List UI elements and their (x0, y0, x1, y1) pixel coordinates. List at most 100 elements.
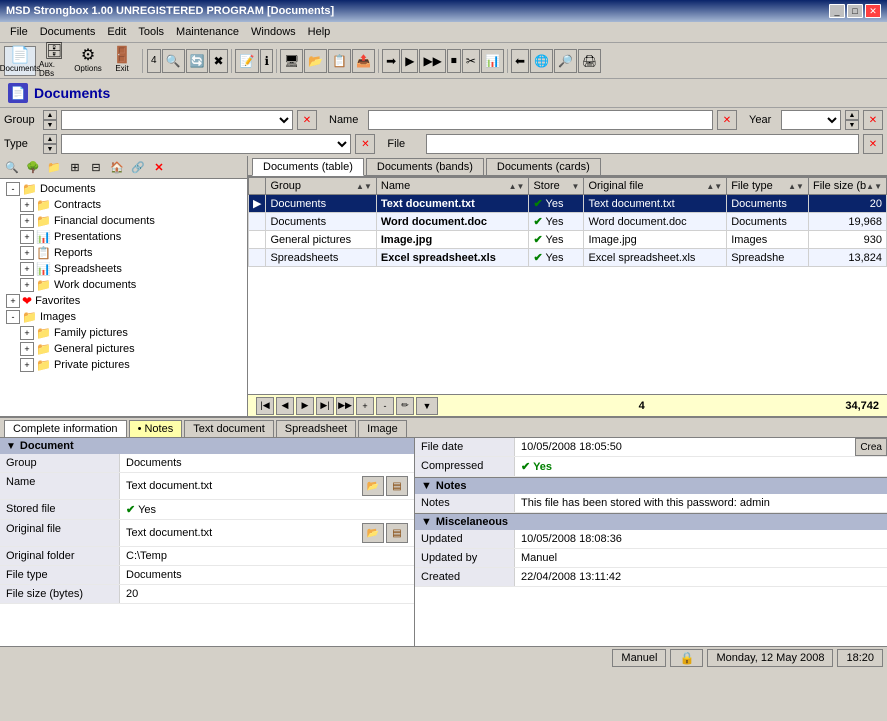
table-row[interactable]: SpreadsheetsExcel spreadsheet.xls✔ YesEx… (249, 249, 887, 267)
tree-expander-favorites[interactable]: + (6, 294, 20, 308)
tree-expander-family[interactable]: + (20, 326, 34, 340)
tree-collapse-btn[interactable]: 📁 (44, 157, 64, 177)
file-filter-clear[interactable]: ✕ (863, 134, 883, 154)
tree-item-favorites[interactable]: + ❤ Favorites (2, 293, 245, 309)
auxdbs-toolbar-btn[interactable]: 🗄 Aux. DBs (38, 46, 70, 76)
bottom-tab-spreadsheet[interactable]: Spreadsheet (276, 420, 356, 437)
tree-filter-btn[interactable]: 🔗 (128, 157, 148, 177)
bottom-tab-textdoc[interactable]: Text document (184, 420, 274, 437)
col-name[interactable]: Name▲▼ (376, 178, 529, 195)
tree-expander-images[interactable]: - (6, 310, 20, 324)
table-row[interactable]: DocumentsWord document.doc✔ YesWord docu… (249, 213, 887, 231)
col-filesize[interactable]: File size (b▲▼ (808, 178, 886, 195)
toolbar-search-btn[interactable]: 🔍 (162, 49, 185, 73)
name-filter-clear[interactable]: ✕ (717, 110, 737, 130)
group-arrow-up[interactable]: ▲ (43, 110, 57, 120)
col-stored[interactable]: Store▼ (529, 178, 584, 195)
tree-collapse-all-btn[interactable]: ⊟ (86, 157, 106, 177)
toolbar-new-btn[interactable]: 4 (147, 49, 161, 73)
toolbar-monitor-btn[interactable]: 🖥 (280, 49, 303, 73)
tree-item-spreadsheets[interactable]: + 📊 Spreadsheets (2, 261, 245, 277)
tab-bands[interactable]: Documents (bands) (366, 158, 484, 175)
nav-prev-btn[interactable]: ◀ (276, 397, 294, 415)
tree-expander-presentations[interactable]: + (20, 230, 34, 244)
tree-item-reports[interactable]: + 📋 Reports (2, 245, 245, 261)
info-open-btn[interactable]: 📂 (362, 523, 384, 543)
tree-item-work-docs[interactable]: + 📁 Work documents (2, 277, 245, 293)
type-arrow-down[interactable]: ▼ (43, 144, 57, 154)
menu-documents[interactable]: Documents (34, 24, 102, 40)
minimize-btn[interactable]: _ (829, 4, 845, 18)
toolbar-play-btn[interactable]: ▶ (401, 49, 418, 73)
toolbar-stop-btn[interactable]: ⏹ (447, 49, 461, 73)
bottom-tab-complete[interactable]: Complete information (4, 420, 127, 437)
tree-item-general-pics[interactable]: + 📁 General pictures (2, 341, 245, 357)
options-toolbar-btn[interactable]: ⚙ Options (72, 46, 104, 76)
type-arrow-up[interactable]: ▲ (43, 134, 57, 144)
col-group[interactable]: Group▲▼ (266, 178, 376, 195)
nav-next-btn[interactable]: ▶| (316, 397, 334, 415)
nav-last-btn[interactable]: ▶▶ (336, 397, 354, 415)
toolbar-refresh-btn[interactable]: 🔄 (186, 49, 209, 73)
filedate-create-btn[interactable]: Crea (855, 438, 887, 456)
group-arrow-down[interactable]: ▼ (43, 120, 57, 130)
tree-item-private-pics[interactable]: + 📁 Private pictures (2, 357, 245, 373)
tree-item-financial[interactable]: + 📁 Financial documents (2, 213, 245, 229)
toolbar-print-btn[interactable]: 🖨 (578, 49, 601, 73)
toolbar-find-btn[interactable]: 🔎 (554, 49, 577, 73)
toolbar-globe-btn[interactable]: 🌐 (530, 49, 553, 73)
tree-expander-documents[interactable]: - (6, 182, 20, 196)
toolbar-nav-btn[interactable]: ⬅ (511, 49, 529, 73)
tree-expand-all-btn[interactable]: ⊞ (65, 157, 85, 177)
tab-cards[interactable]: Documents (cards) (486, 158, 601, 175)
menu-windows[interactable]: Windows (245, 24, 302, 40)
toolbar-info-btn[interactable]: ℹ (260, 49, 273, 73)
menu-edit[interactable]: Edit (101, 24, 132, 40)
tree-expander-general-pics[interactable]: + (20, 342, 34, 356)
group-filter-clear[interactable]: ✕ (297, 110, 317, 130)
documents-toolbar-btn[interactable]: 📄 Documents (4, 46, 36, 76)
toolbar-arrow-right-btn[interactable]: ➡ (382, 49, 400, 73)
tree-item-presentations[interactable]: + 📊 Presentations (2, 229, 245, 245)
nav-edit-btn[interactable]: ✏ (396, 397, 414, 415)
type-filter-clear[interactable]: ✕ (355, 134, 375, 154)
file-filter-input[interactable] (426, 134, 859, 154)
toolbar-cut-btn[interactable]: ✂ (462, 49, 480, 73)
nav-add-btn[interactable]: + (356, 397, 374, 415)
tree-expander-work-docs[interactable]: + (20, 278, 34, 292)
toolbar-folder-btn[interactable]: 📋 (328, 49, 351, 73)
table-row[interactable]: General picturesImage.jpg✔ YesImage.jpgI… (249, 231, 887, 249)
bottom-tab-notes[interactable]: • Notes (129, 420, 183, 437)
type-filter-select[interactable] (61, 134, 351, 154)
close-btn[interactable]: ✕ (865, 4, 881, 18)
maximize-btn[interactable]: □ (847, 4, 863, 18)
year-arrow-up[interactable]: ▲ (845, 110, 859, 120)
table-row[interactable]: ▶DocumentsText document.txt✔ YesText doc… (249, 195, 887, 213)
tree-expander-contracts[interactable]: + (20, 198, 34, 212)
col-filetype[interactable]: File type▲▼ (727, 178, 809, 195)
year-arrow-down[interactable]: ▼ (845, 120, 859, 130)
col-original[interactable]: Original file▲▼ (584, 178, 727, 195)
toolbar-open-btn[interactable]: 📂 (304, 49, 327, 73)
nav-filter-btn[interactable]: ▼ (416, 397, 438, 415)
tree-item-family[interactable]: + 📁 Family pictures (2, 325, 245, 341)
toolbar-delete-btn[interactable]: ✖ (209, 49, 227, 73)
info-view-btn[interactable]: ▤ (386, 476, 408, 496)
menu-file[interactable]: File (4, 24, 34, 40)
nav-play-btn[interactable]: ▶ (296, 397, 314, 415)
tree-expand-btn[interactable]: 🌳 (23, 157, 43, 177)
exit-toolbar-btn[interactable]: 🚪 Exit (106, 46, 138, 76)
tree-clear-btn[interactable]: ✕ (149, 157, 169, 177)
tree-item-contracts[interactable]: + 📁 Contracts (2, 197, 245, 213)
bottom-tab-image[interactable]: Image (358, 420, 407, 437)
tree-item-documents[interactable]: - 📁 Documents (2, 181, 245, 197)
info-view-btn[interactable]: ▤ (386, 523, 408, 543)
year-filter-clear[interactable]: ✕ (863, 110, 883, 130)
tree-expander-financial[interactable]: + (20, 214, 34, 228)
nav-del-btn[interactable]: - (376, 397, 394, 415)
tree-expander-reports[interactable]: + (20, 246, 34, 260)
tree-root-btn[interactable]: 🏠 (107, 157, 127, 177)
nav-first-btn[interactable]: |◀ (256, 397, 274, 415)
toolbar-play2-btn[interactable]: ▶▶ (419, 49, 445, 73)
menu-tools[interactable]: Tools (132, 24, 170, 40)
